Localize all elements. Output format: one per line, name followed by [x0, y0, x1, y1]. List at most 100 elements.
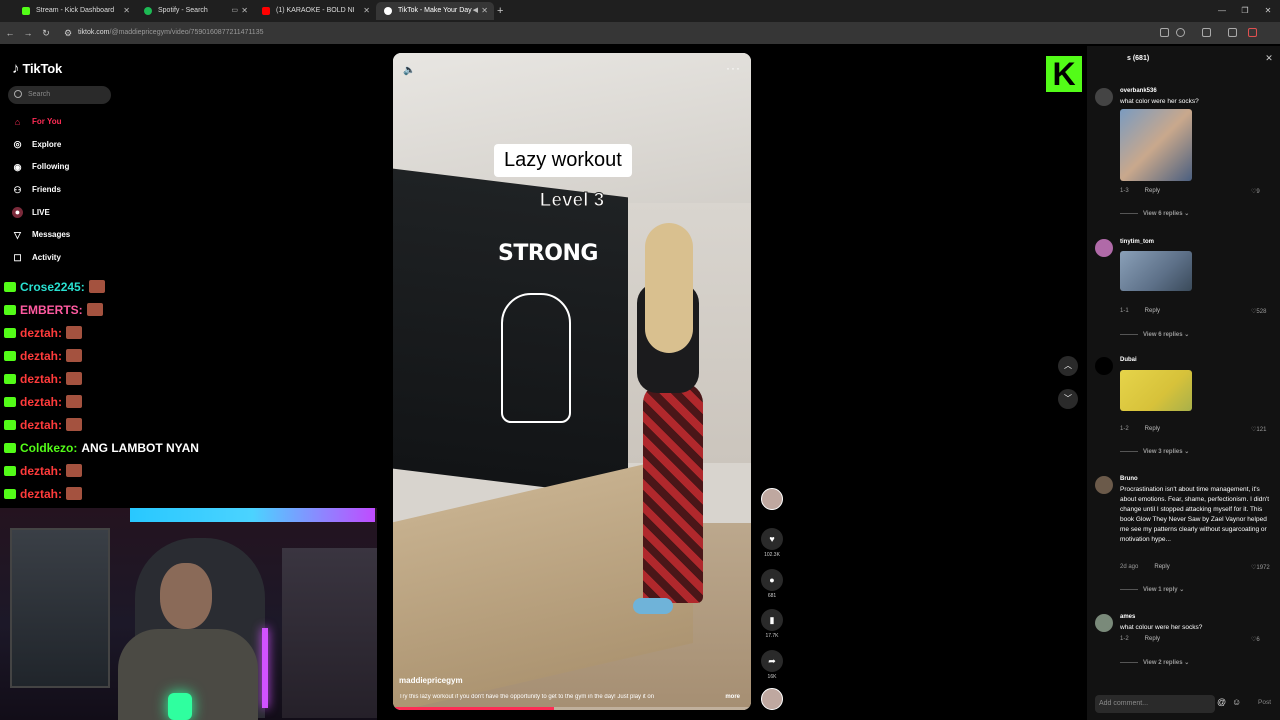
reply-button[interactable]: Reply [1145, 426, 1160, 432]
close-tab-icon[interactable]: ✕ [481, 2, 488, 20]
sidebar-item-messages[interactable]: ▽ Messages [12, 227, 122, 250]
close-tab-icon[interactable]: ✕ [241, 2, 248, 20]
view-replies-label: View 2 replies [1143, 660, 1183, 666]
previous-video-chevron-up-icon[interactable]: ︿ [1058, 356, 1078, 376]
reply-button[interactable]: Reply [1145, 188, 1160, 194]
avatar[interactable] [1095, 239, 1113, 257]
chat-emote-icon [66, 464, 82, 477]
comment-username[interactable]: Bruno [1120, 476, 1138, 482]
tiktok-logo[interactable]: ♪ TikTok [12, 58, 62, 78]
video-progress-bar[interactable] [393, 707, 751, 710]
tab-tiktok[interactable]: TikTok - Make Your Day ◀ ✕ [376, 2, 494, 20]
comment-username[interactable]: tinytim_tom [1120, 239, 1154, 245]
tab-youtube-karaoke[interactable]: (1) KARAOKE - BOLD NI WALLY ✕ [254, 2, 376, 32]
comment-username[interactable]: Dubai [1120, 357, 1137, 363]
tab-spotify[interactable]: Spotify - Search ▭ ✕ [136, 2, 254, 20]
comment-date: 2d ago [1120, 564, 1139, 570]
chat-emote-icon [66, 487, 82, 500]
sidebar-item-activity[interactable]: ☐ Activity [12, 250, 122, 273]
sidebar-item-friends[interactable]: ⚇ Friends [12, 182, 122, 205]
profile-icon[interactable] [1248, 28, 1257, 37]
search-input[interactable]: Search [8, 86, 111, 104]
chat-username: Coldkezo: [20, 440, 78, 455]
new-tab-button[interactable]: + [497, 2, 509, 20]
next-video-chevron-down-icon[interactable]: ﹀ [1058, 389, 1078, 409]
more-options-icon[interactable]: ··· [726, 61, 741, 75]
sidebar-item-live[interactable]: ● LIVE [12, 205, 122, 228]
forward-icon[interactable]: → [22, 22, 34, 44]
emoji-icon[interactable]: ☺ [1232, 697, 1241, 707]
avatar[interactable] [1095, 476, 1113, 494]
bookmark-star-icon[interactable] [1176, 28, 1185, 37]
subscriber-badge-icon [4, 419, 16, 430]
divider [1120, 588, 1138, 590]
mention-icon[interactable]: @ [1217, 697, 1226, 707]
close-tab-icon[interactable]: ✕ [363, 2, 370, 20]
browser-menu-icon[interactable] [1266, 28, 1275, 37]
comment-like[interactable]: ♡528 [1251, 308, 1266, 315]
view-replies-button[interactable]: View 6 replies ⌄ [1120, 210, 1189, 217]
tab-label: Stream - Kick Dashboard [36, 7, 115, 14]
music-disc-button[interactable] [758, 688, 786, 710]
back-icon[interactable]: ← [4, 22, 16, 44]
comment-text: Procrastination isn't about time managem… [1120, 486, 1270, 543]
comment-image[interactable] [1120, 370, 1192, 411]
chat-username: deztah: [20, 348, 62, 363]
save-button[interactable]: ▮ 17.7K [758, 609, 786, 639]
install-app-icon[interactable] [1160, 28, 1169, 37]
avatar[interactable] [1095, 88, 1113, 106]
webcam-purple-light [262, 628, 268, 708]
comment-like[interactable]: ♡9 [1251, 188, 1260, 195]
comment-button[interactable]: ● 681 [758, 569, 786, 599]
creator-avatar[interactable] [758, 488, 786, 510]
volume-icon[interactable]: 🔈 [403, 65, 415, 76]
video-author[interactable]: maddiepricegym [399, 676, 463, 685]
tab-kick-dashboard[interactable]: Stream - Kick Dashboard ✕ [14, 2, 136, 20]
view-replies-button[interactable]: View 2 replies ⌄ [1120, 659, 1189, 666]
caption-more-button[interactable]: more [725, 694, 740, 700]
woman-hair [645, 223, 693, 353]
sidebar-item-label: Following [32, 162, 70, 172]
add-comment-input[interactable]: Add comment... [1095, 695, 1215, 713]
window-close-icon[interactable]: ✕ [1262, 0, 1274, 22]
video-player[interactable]: STRONG Lazy workout Level 3 🔈 ··· maddie… [393, 53, 751, 710]
media-controls-icon[interactable] [1228, 28, 1237, 37]
restore-icon[interactable]: ❐ [1239, 0, 1251, 22]
close-tab-icon[interactable]: ✕ [123, 2, 130, 20]
reload-icon[interactable]: ↻ [40, 22, 52, 44]
post-button[interactable]: Post [1258, 699, 1271, 706]
comment-like[interactable]: ♡121 [1251, 426, 1266, 433]
extensions-icon[interactable] [1202, 28, 1211, 37]
comment-username[interactable]: overbank536 [1120, 88, 1157, 94]
avatar[interactable] [1095, 357, 1113, 375]
reply-button[interactable]: Reply [1145, 636, 1160, 642]
sidebar-item-explore[interactable]: ◎ Explore [12, 137, 122, 160]
site-info-icon[interactable]: ⚙ [62, 22, 74, 44]
reply-button[interactable]: Reply [1154, 564, 1169, 570]
comment-image[interactable] [1120, 109, 1192, 181]
minimize-icon[interactable]: — [1216, 0, 1228, 22]
like-button[interactable]: ♥ 102.3K [758, 528, 786, 558]
avatar[interactable] [1095, 614, 1113, 632]
bookmark-icon: ▮ [761, 609, 783, 631]
close-icon[interactable]: ✕ [1264, 53, 1274, 63]
sidebar-item-following[interactable]: ◉ Following [12, 159, 122, 182]
view-replies-button[interactable]: View 3 replies ⌄ [1120, 448, 1189, 455]
view-replies-button[interactable]: View 6 replies ⌄ [1120, 331, 1189, 338]
sidebar-item-for-you[interactable]: ⌂ For You [12, 114, 122, 137]
comment-like[interactable]: ♡1972 [1251, 564, 1270, 571]
comment-image[interactable] [1120, 251, 1192, 291]
audio-playing-icon[interactable]: ◀ [473, 2, 478, 20]
tab-label: TikTok - Make Your Day [398, 7, 472, 14]
comment-like[interactable]: ♡6 [1251, 636, 1260, 643]
picture-in-picture-icon[interactable]: ▭ [231, 2, 238, 20]
streamer-webcam [0, 508, 377, 720]
comment-text: what colour were her socks? [1120, 624, 1203, 631]
url-field[interactable]: tiktok.com/@maddiepricegym/video/7590160… [78, 22, 778, 44]
comment-username[interactable]: ames [1120, 614, 1135, 620]
video-woman [623, 223, 718, 623]
reply-button[interactable]: Reply [1145, 308, 1160, 314]
screen: Stream - Kick Dashboard ✕ Spotify - Sear… [0, 0, 1280, 720]
share-button[interactable]: ➦ 16K [758, 650, 786, 680]
view-replies-button[interactable]: View 1 reply ⌄ [1120, 586, 1184, 593]
